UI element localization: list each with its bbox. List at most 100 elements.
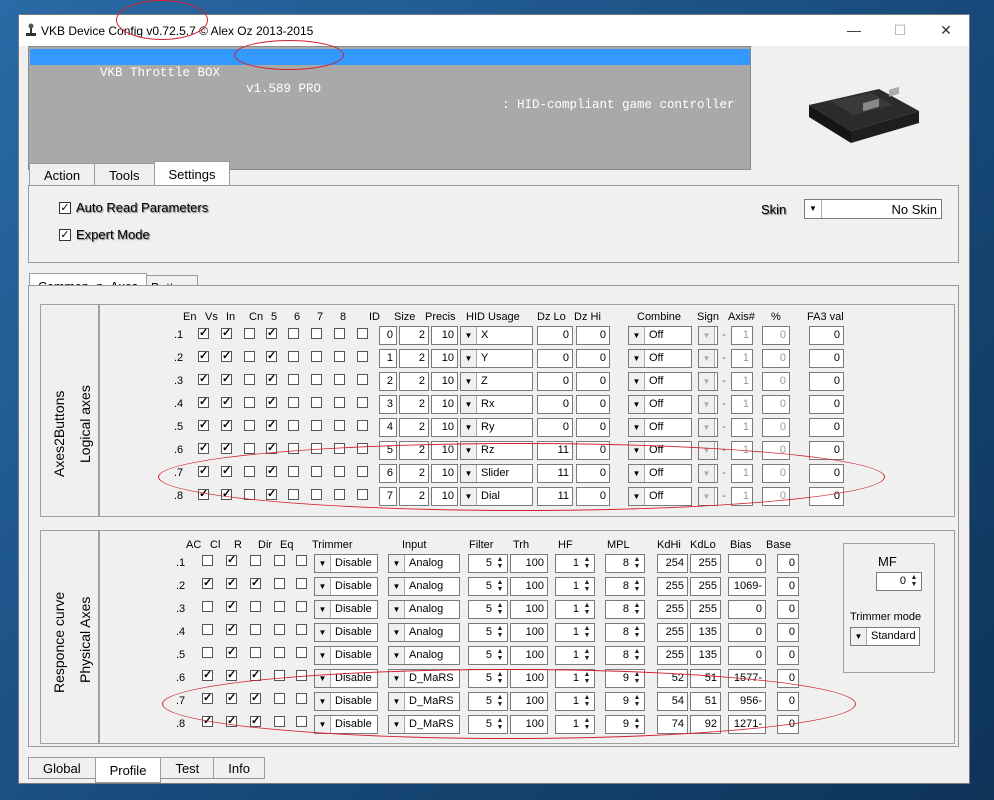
trh-field[interactable]: 100 bbox=[510, 623, 548, 642]
curve-flag-checkbox[interactable] bbox=[274, 578, 285, 589]
auto-read-checkbox[interactable]: ✓ bbox=[59, 202, 71, 214]
kdhi-field[interactable]: 255 bbox=[657, 577, 688, 596]
bias-field[interactable]: 0 bbox=[728, 554, 766, 573]
tab-test[interactable]: Test bbox=[160, 757, 215, 779]
curve-flag-checkbox[interactable] bbox=[250, 624, 261, 635]
base-field[interactable]: 0 bbox=[777, 554, 799, 573]
axis-flag-checkbox[interactable]: ✓ bbox=[266, 374, 277, 385]
spin-arrows-icon[interactable]: ▲ ▼ bbox=[631, 602, 643, 617]
axis-flag-checkbox[interactable]: ✓ bbox=[198, 351, 209, 362]
fa3-value-field[interactable]: 0 bbox=[809, 418, 844, 437]
curve-flag-checkbox[interactable] bbox=[250, 647, 261, 658]
size-field[interactable]: 2 bbox=[399, 372, 429, 391]
curve-flag-checkbox[interactable]: ✓ bbox=[226, 555, 237, 566]
curve-flag-checkbox[interactable] bbox=[250, 601, 261, 612]
precis-field[interactable]: 10 bbox=[431, 418, 458, 437]
fa3-value-field[interactable]: 0 bbox=[809, 349, 844, 368]
bias-field[interactable]: 0 bbox=[728, 623, 766, 642]
curve-flag-checkbox[interactable] bbox=[296, 624, 307, 635]
spin-arrows-icon[interactable]: ▲ ▼ bbox=[494, 648, 506, 663]
spin-arrows-icon[interactable]: ▲ ▼ bbox=[494, 602, 506, 617]
axis-flag-checkbox[interactable] bbox=[244, 351, 255, 362]
axis-flag-checkbox[interactable]: ✓ bbox=[221, 420, 232, 431]
minimize-button[interactable]: — bbox=[831, 15, 877, 46]
trimmer-select[interactable]: ▼ Disable bbox=[314, 554, 378, 573]
kdlo-field[interactable]: 255 bbox=[690, 600, 721, 619]
kdlo-field[interactable]: 255 bbox=[690, 577, 721, 596]
axis-flag-checkbox[interactable]: ✓ bbox=[198, 397, 209, 408]
size-field[interactable]: 2 bbox=[399, 395, 429, 414]
curve-flag-checkbox[interactable] bbox=[296, 601, 307, 612]
mpl-spinner[interactable]: 8 ▲ ▼ bbox=[605, 554, 645, 573]
spin-arrows-icon[interactable]: ▲ ▼ bbox=[908, 574, 920, 589]
spin-arrows-icon[interactable]: ▲ ▼ bbox=[494, 579, 506, 594]
size-field[interactable]: 2 bbox=[399, 418, 429, 437]
hf-spinner[interactable]: 1 ▲ ▼ bbox=[555, 646, 595, 665]
percent-field[interactable]: 0 bbox=[762, 326, 790, 345]
axis-flag-checkbox[interactable] bbox=[357, 351, 368, 362]
kdhi-field[interactable]: 255 bbox=[657, 600, 688, 619]
input-select[interactable]: ▼ Analog bbox=[388, 600, 460, 619]
dz-hi-field[interactable]: 0 bbox=[576, 372, 610, 391]
curve-flag-checkbox[interactable] bbox=[274, 624, 285, 635]
curve-flag-checkbox[interactable] bbox=[202, 601, 213, 612]
combine-select[interactable]: ▼ Off bbox=[628, 372, 692, 391]
size-field[interactable]: 2 bbox=[399, 326, 429, 345]
id-field[interactable]: 1 bbox=[379, 349, 397, 368]
tab-action[interactable]: Action bbox=[29, 163, 96, 187]
combine-select[interactable]: ▼ Off bbox=[628, 349, 692, 368]
axis-flag-checkbox[interactable] bbox=[357, 374, 368, 385]
curve-flag-checkbox[interactable]: ✓ bbox=[202, 670, 213, 681]
trimmer-select[interactable]: ▼ Disable bbox=[314, 600, 378, 619]
axis-flag-checkbox[interactable]: ✓ bbox=[198, 443, 209, 454]
expert-mode-checkbox[interactable]: ✓ bbox=[59, 229, 71, 241]
input-select[interactable]: ▼ Analog bbox=[388, 554, 460, 573]
axis-flag-checkbox[interactable] bbox=[244, 328, 255, 339]
hid-usage-select[interactable]: ▼ X bbox=[460, 326, 533, 345]
axis-flag-checkbox[interactable] bbox=[357, 420, 368, 431]
combine-select[interactable]: ▼ Off bbox=[628, 418, 692, 437]
precis-field[interactable]: 10 bbox=[431, 326, 458, 345]
axis-number-field[interactable]: 1 bbox=[731, 326, 753, 345]
id-field[interactable]: 3 bbox=[379, 395, 397, 414]
hid-usage-select[interactable]: ▼ Rx bbox=[460, 395, 533, 414]
spin-arrows-icon[interactable]: ▲ ▼ bbox=[581, 602, 593, 617]
filter-spinner[interactable]: 5 ▲ ▼ bbox=[468, 646, 508, 665]
base-field[interactable]: 0 bbox=[777, 646, 799, 665]
mpl-spinner[interactable]: 8 ▲ ▼ bbox=[605, 577, 645, 596]
curve-flag-checkbox[interactable]: ✓ bbox=[226, 670, 237, 681]
axis-number-field[interactable]: 1 bbox=[731, 349, 753, 368]
fa3-value-field[interactable]: 0 bbox=[809, 372, 844, 391]
spin-arrows-icon[interactable]: ▲ ▼ bbox=[631, 579, 643, 594]
maximize-button[interactable]: ☐ bbox=[877, 15, 923, 46]
curve-flag-checkbox[interactable] bbox=[274, 555, 285, 566]
tab-profile[interactable]: Profile bbox=[94, 757, 162, 783]
axis-flag-checkbox[interactable] bbox=[311, 420, 322, 431]
input-select[interactable]: ▼ Analog bbox=[388, 623, 460, 642]
axis-flag-checkbox[interactable]: ✓ bbox=[198, 374, 209, 385]
curve-flag-checkbox[interactable] bbox=[202, 624, 213, 635]
precis-field[interactable]: 10 bbox=[431, 395, 458, 414]
spin-arrows-icon[interactable]: ▲ ▼ bbox=[494, 625, 506, 640]
axis-flag-checkbox[interactable] bbox=[288, 397, 299, 408]
axis-flag-checkbox[interactable]: ✓ bbox=[266, 420, 277, 431]
axis-flag-checkbox[interactable]: ✓ bbox=[198, 328, 209, 339]
spin-arrows-icon[interactable]: ▲ ▼ bbox=[581, 648, 593, 663]
hf-spinner[interactable]: 1 ▲ ▼ bbox=[555, 577, 595, 596]
trimmer-select[interactable]: ▼ Disable bbox=[314, 577, 378, 596]
dz-hi-field[interactable]: 0 bbox=[576, 326, 610, 345]
axis-flag-checkbox[interactable] bbox=[288, 420, 299, 431]
axis-flag-checkbox[interactable] bbox=[244, 374, 255, 385]
kdhi-field[interactable]: 255 bbox=[657, 646, 688, 665]
spin-arrows-icon[interactable]: ▲ ▼ bbox=[631, 625, 643, 640]
hid-usage-select[interactable]: ▼ Ry bbox=[460, 418, 533, 437]
input-select[interactable]: ▼ Analog bbox=[388, 577, 460, 596]
dz-hi-field[interactable]: 0 bbox=[576, 395, 610, 414]
axis-flag-checkbox[interactable] bbox=[288, 374, 299, 385]
base-field[interactable]: 0 bbox=[777, 577, 799, 596]
mf-spinner[interactable]: 0 ▲ ▼ bbox=[876, 572, 922, 591]
trimmer-select[interactable]: ▼ Disable bbox=[314, 623, 378, 642]
axis-flag-checkbox[interactable]: ✓ bbox=[221, 443, 232, 454]
axis-number-field[interactable]: 1 bbox=[731, 418, 753, 437]
axis-flag-checkbox[interactable]: ✓ bbox=[221, 351, 232, 362]
